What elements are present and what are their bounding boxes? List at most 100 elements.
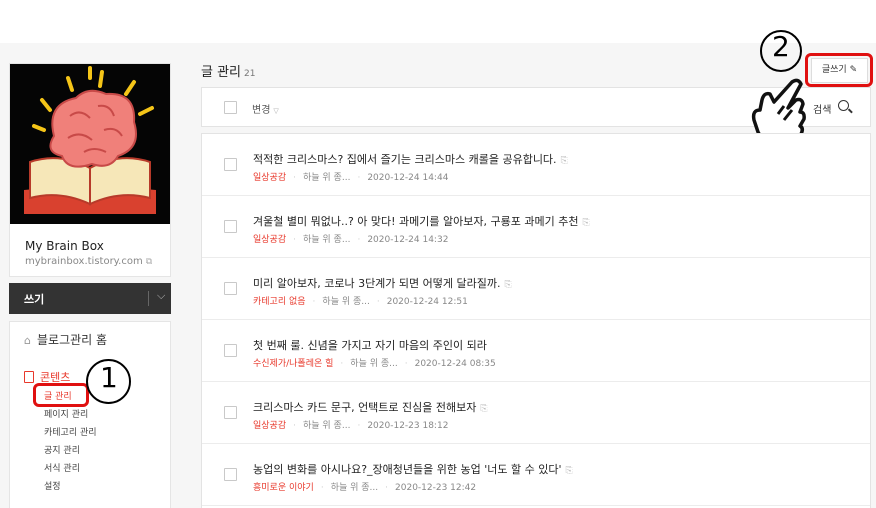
post-author: 하늘 위 종...: [330, 483, 379, 493]
post-title: 미리 알아보자, 코로나 3단계가 되면 어떻게 달라질까.: [253, 277, 501, 290]
post-meta: 일상공감 · 하늘 위 종... · 2020-12-24 14:32: [253, 232, 448, 245]
post-category[interactable]: 수신제가/나폴레온 힐: [253, 359, 333, 369]
paperclip-icon: ⎘: [565, 466, 573, 476]
post-row[interactable]: 크리스마스 카드 문구, 언택트로 진심을 전해보자 ⎘ 일상공감 · 하늘 위 종.…: [202, 382, 870, 444]
post-count: 21: [244, 69, 256, 79]
post-row[interactable]: 첫 번째 룰. 신념을 가지고 자기 마음의 주인이 되라 수신제가/나폴레온 …: [202, 320, 870, 382]
highlight-box-post-manage: [33, 383, 89, 407]
post-row[interactable]: 겨울철 별미 뭐없나..? 아 맞다! 과메기를 알아보자, 구룡포 과메기 추…: [202, 196, 870, 258]
post-title-link[interactable]: 첫 번째 룰. 신념을 가지고 자기 마음의 주인이 되라: [253, 337, 487, 353]
sidebar-item-home[interactable]: ⌂ 블로그관리 홈: [24, 331, 107, 348]
post-meta: 흥미로운 이야기 · 하늘 위 종... · 2020-12-23 12:42: [253, 480, 476, 493]
page-title: 글 관리 21: [201, 61, 255, 80]
row-checkbox[interactable]: [224, 282, 237, 295]
post-author: 하늘 위 종...: [303, 173, 351, 183]
row-checkbox[interactable]: [224, 406, 237, 419]
post-title: 첫 번째 룰. 신념을 가지고 자기 마음의 주인이 되라: [253, 339, 487, 352]
highlight-box-write: [805, 53, 873, 87]
sidebar-menu: ⌂ 블로그관리 홈 콘텐츠: [9, 321, 171, 508]
post-meta: 일상공감 · 하늘 위 종... · 2020-12-23 18:12: [253, 418, 448, 431]
external-link-icon: ⧉: [145, 257, 153, 267]
post-category[interactable]: 흥미로운 이야기: [253, 483, 314, 493]
sidebar-subitem-settings[interactable]: 설정: [44, 479, 61, 492]
change-label: 변경: [252, 105, 271, 116]
separator: ·: [385, 483, 389, 493]
search-icon[interactable]: [838, 100, 849, 111]
separator: ·: [357, 235, 361, 245]
row-checkbox[interactable]: [224, 344, 237, 357]
separator: ·: [376, 297, 380, 307]
paperclip-icon: ⎘: [560, 156, 568, 166]
post-title-link[interactable]: 미리 알아보자, 코로나 3단계가 되면 어떻게 달라질까. ⎘: [253, 275, 512, 291]
paperclip-icon: ⎘: [504, 280, 512, 290]
blog-url-text: mybrainbox.tistory.com: [25, 256, 143, 267]
post-meta: 일상공감 · 하늘 위 종... · 2020-12-24 14:44: [253, 170, 448, 183]
step-number-2: 2: [772, 30, 790, 63]
sidebar-subitem-pages[interactable]: 페이지 관리: [44, 407, 88, 420]
blog-name: My Brain Box: [25, 239, 104, 253]
row-checkbox[interactable]: [224, 158, 237, 171]
separator: ·: [404, 359, 408, 369]
paperclip-icon: ⎘: [582, 218, 590, 228]
post-title-link[interactable]: 겨울철 별미 뭐없나..? 아 맞다! 과메기를 알아보자, 구룡포 과메기 추…: [253, 213, 590, 229]
write-label: 쓰기: [24, 293, 45, 306]
post-row[interactable]: 미리 알아보자, 코로나 3단계가 되면 어떻게 달라질까. ⎘ 카테고리 없음 ·…: [202, 258, 870, 320]
post-category[interactable]: 일상공감: [253, 421, 286, 431]
step-number-1: 1: [100, 361, 118, 394]
divider: [148, 291, 149, 306]
post-author: 하늘 위 종...: [322, 297, 370, 307]
home-icon: ⌂: [24, 334, 31, 347]
chevron-down-icon: ▽: [273, 107, 279, 115]
post-date: 2020-12-24 14:44: [367, 173, 449, 183]
page-title-text: 글 관리: [201, 65, 242, 80]
post-date: 2020-12-24 12:51: [386, 297, 468, 307]
separator: ·: [293, 421, 296, 431]
sidebar-subitem-notices[interactable]: 공지 관리: [44, 443, 80, 456]
post-date: 2020-12-24 08:35: [414, 359, 496, 369]
post-title: 크리스마스 카드 문구, 언택트로 진심을 전해보자: [253, 401, 477, 414]
post-date: 2020-12-23 12:42: [395, 483, 477, 493]
separator: ·: [357, 421, 361, 431]
paperclip-icon: ⎘: [480, 404, 488, 414]
post-title-link[interactable]: 크리스마스 카드 문구, 언택트로 진심을 전해보자 ⎘: [253, 399, 488, 415]
sidebar-subitem-templates[interactable]: 서식 관리: [44, 461, 80, 474]
change-dropdown[interactable]: 변경 ▽: [252, 101, 279, 116]
separator: ·: [312, 297, 316, 307]
post-author: 하늘 위 종...: [303, 421, 351, 431]
separator: ·: [357, 173, 361, 183]
separator: ·: [293, 235, 296, 245]
blog-url-link[interactable]: mybrainbox.tistory.com ⧉: [25, 256, 152, 267]
post-category[interactable]: 일상공감: [253, 235, 286, 245]
post-title: 겨울철 별미 뭐없나..? 아 맞다! 과메기를 알아보자, 구룡포 과메기 추…: [253, 215, 579, 228]
post-category[interactable]: 일상공감: [253, 173, 286, 183]
search-button[interactable]: 검색: [813, 101, 831, 116]
sidebar-item-label: 블로그관리 홈: [36, 333, 108, 347]
post-date: 2020-12-23 18:12: [367, 421, 449, 431]
post-meta: 카테고리 없음 · 하늘 위 종... · 2020-12-24 12:51: [253, 294, 468, 307]
post-date: 2020-12-24 14:32: [367, 235, 449, 245]
separator: ·: [320, 483, 324, 493]
post-author: 하늘 위 종...: [350, 359, 398, 369]
post-author: 하늘 위 종...: [303, 235, 351, 245]
post-row[interactable]: 농업의 변화를 아시나요?_장애청년들을 위한 농업 '너도 할 수 있다' ⎘ …: [202, 444, 870, 506]
row-checkbox[interactable]: [224, 468, 237, 481]
post-meta: 수신제가/나폴레온 힐 · 하늘 위 종... · 2020-12-24 08:35: [253, 356, 496, 369]
top-bar: [0, 0, 876, 43]
write-bar[interactable]: 쓰기 ⌵: [9, 283, 171, 314]
blog-profile-card[interactable]: My Brain Box mybrainbox.tistory.com ⧉: [9, 63, 171, 277]
sidebar-subitem-categories[interactable]: 카테고리 관리: [44, 425, 97, 438]
row-checkbox[interactable]: [224, 220, 237, 233]
blog-cover-image: [10, 64, 170, 224]
post-title: 적적한 크리스마스? 집에서 즐기는 크리스마스 캐롤을 공유합니다.: [253, 153, 557, 166]
post-row[interactable]: 적적한 크리스마스? 집에서 즐기는 크리스마스 캐롤을 공유합니다. ⎘ 일상공…: [202, 134, 870, 196]
document-icon: [24, 371, 34, 383]
separator: ·: [293, 173, 296, 183]
post-list: 적적한 크리스마스? 집에서 즐기는 크리스마스 캐롤을 공유합니다. ⎘ 일상공…: [201, 133, 871, 508]
post-category[interactable]: 카테고리 없음: [253, 297, 306, 307]
separator: ·: [340, 359, 344, 369]
post-title-link[interactable]: 농업의 변화를 아시나요?_장애청년들을 위한 농업 '너도 할 수 있다' ⎘: [253, 461, 573, 477]
chevron-down-icon[interactable]: ⌵: [157, 289, 165, 303]
post-title-link[interactable]: 적적한 크리스마스? 집에서 즐기는 크리스마스 캐롤을 공유합니다. ⎘: [253, 151, 568, 167]
select-all-checkbox[interactable]: [224, 101, 237, 114]
post-title: 농업의 변화를 아시나요?_장애청년들을 위한 농업 '너도 할 수 있다': [253, 463, 562, 476]
